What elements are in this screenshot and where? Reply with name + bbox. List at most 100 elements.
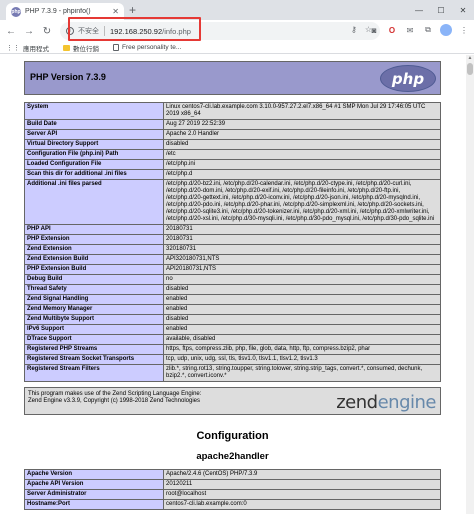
tab-close-icon[interactable]: ✕ <box>112 7 119 16</box>
bookmark-page[interactable]: Free personality te... <box>113 44 181 51</box>
row-key: DTrace Support <box>24 334 164 345</box>
menu-icon[interactable]: ⋮ <box>458 26 470 35</box>
row-key: PHP Extension <box>24 234 164 245</box>
bookmark-apps[interactable]: ⋮⋮ 應用程式 <box>6 43 49 53</box>
row-value: disabled <box>163 139 441 150</box>
row-key: Registered Stream Filters <box>24 364 164 382</box>
row-key: Server Administrator <box>24 489 164 500</box>
php-favicon-icon: php <box>11 6 21 17</box>
row-value: centos7-cli.lab.example.com:0 <box>163 499 441 510</box>
row-value: /etc/php.d <box>163 169 441 180</box>
table-row: Registered Stream Filters zlib.*, string.… <box>24 364 441 382</box>
bookmark-label: 應用程式 <box>23 45 49 53</box>
table-row: Zend Multibyte Support disabled <box>24 314 441 325</box>
row-key: Server API <box>24 129 164 140</box>
row-key: Registered PHP Streams <box>24 344 164 355</box>
puzzle-icon[interactable]: ⧉ <box>422 25 434 35</box>
document-icon <box>113 44 119 51</box>
table-row: Loaded Configuration File/etc/php.ini <box>24 159 441 170</box>
configuration-heading: Configuration <box>196 430 269 442</box>
url-highlight-annotation <box>68 17 201 41</box>
mail-icon[interactable]: ✉ <box>404 26 416 35</box>
row-key: Build Date <box>24 119 164 130</box>
row-value: disabled <box>163 284 441 295</box>
apache2handler-table: Apache Version Apache/2.4.6 (CentOS) PHP/… <box>24 469 441 510</box>
row-value: Apache 2.0 Handler <box>163 129 441 140</box>
engine-logo-word: engine <box>377 392 437 413</box>
row-value: no <box>163 274 441 285</box>
row-key: System <box>24 102 164 120</box>
row-value: zlib.*, string.rot13, string.toupper, st… <box>163 364 441 382</box>
table-row: Virtual Directory Support disabled <box>24 139 441 150</box>
scroll-thumb[interactable] <box>467 63 473 75</box>
folder-icon <box>63 44 70 51</box>
php-logo[interactable]: php <box>380 65 436 92</box>
page-scrollbar[interactable]: ▲ <box>466 55 474 514</box>
row-value: /etc/php.ini <box>163 159 441 170</box>
row-key: Zend Memory Manager <box>24 304 164 315</box>
table-row: PHP Extension Build API20180731,NTS <box>24 264 441 275</box>
zend-credit-line: This program makes use of the Zend Scrip… <box>28 391 202 397</box>
reload-icon[interactable]: ↻ <box>40 24 54 38</box>
module-heading[interactable]: apache2handler <box>24 451 441 462</box>
module-heading-text: apache2handler <box>196 451 269 462</box>
zend-logo-word: zend <box>336 392 378 413</box>
row-value: Apache/2.4.6 (CentOS) PHP/7.3.9 <box>163 469 441 480</box>
row-value: /etc/php.d/20-bz2.ini, /etc/php.d/20-cal… <box>163 179 441 225</box>
bookmark-folder[interactable]: 數位行銷 <box>63 43 99 53</box>
table-row: PHP Extension 20180731 <box>24 234 441 245</box>
row-value: Aug 27 2019 22:52:39 <box>163 119 441 130</box>
row-key: IPv6 Support <box>24 324 164 335</box>
minimize-button[interactable]: — <box>408 0 430 20</box>
row-value: disabled <box>163 314 441 325</box>
table-row: Build Date Aug 27 2019 22:52:39 <box>24 119 441 130</box>
row-value: 20180731 <box>163 224 441 235</box>
row-value: available, disabled <box>163 334 441 345</box>
camera-icon[interactable]: ◙ <box>368 26 380 35</box>
table-row: Server API Apache 2.0 Handler <box>24 129 441 140</box>
row-value: Linux centos7-cli.lab.example.com 3.10.0… <box>163 102 441 120</box>
bookmark-label: Free personality te... <box>122 44 182 51</box>
row-value: https, ftps, compress.zlib, php, file, g… <box>163 344 441 355</box>
zend-engine-logo[interactable]: zendengine <box>336 392 436 413</box>
row-value: enabled <box>163 324 441 335</box>
window-controls: — ☐ ✕ <box>408 0 474 20</box>
row-key: Debug Build <box>24 274 164 285</box>
maximize-button[interactable]: ☐ <box>430 0 452 20</box>
back-arrow-icon[interactable]: ← <box>4 24 18 38</box>
apache-table-wrap: Apache Version Apache/2.4.6 (CentOS) PHP/… <box>24 469 441 510</box>
row-key: Virtual Directory Support <box>24 139 164 150</box>
new-tab-button[interactable]: + <box>129 4 136 16</box>
table-row: Zend Extension 320180731 <box>24 244 441 255</box>
table-row: Zend Signal Handling enabled <box>24 294 441 305</box>
tab-title: PHP 7.3.9 - phpinfo() <box>25 8 91 15</box>
table-row: PHP API 20180731 <box>24 224 441 235</box>
table-row: Thread Safety disabled <box>24 284 441 295</box>
row-key: Apache Version <box>24 469 164 480</box>
table-row: Zend Memory Manager enabled <box>24 304 441 315</box>
row-key: Zend Signal Handling <box>24 294 164 305</box>
row-key: PHP API <box>24 224 164 235</box>
table-row: Apache Version Apache/2.4.6 (CentOS) PHP/… <box>24 469 441 480</box>
page-title: PHP Version 7.3.9 <box>30 72 106 82</box>
table-row: Server Administrator root@localhost <box>24 489 441 500</box>
scroll-up-icon[interactable]: ▲ <box>466 55 474 62</box>
table-row: System Linux centos7-cli.lab.example.com … <box>24 102 441 120</box>
row-value: enabled <box>163 304 441 315</box>
close-window-button[interactable]: ✕ <box>452 0 474 20</box>
forward-arrow-icon[interactable]: → <box>22 24 36 38</box>
row-value: /etc <box>163 149 441 160</box>
row-value: API20180731,NTS <box>163 264 441 275</box>
row-value: 20120211 <box>163 479 441 490</box>
apps-grid-icon: ⋮⋮ <box>6 44 20 52</box>
avatar[interactable] <box>440 24 452 36</box>
key-icon[interactable]: ⚷ <box>351 25 357 34</box>
row-value: root@localhost <box>163 489 441 500</box>
row-key: Scan this dir for additional .ini files <box>24 169 164 180</box>
table-row: Configuration File (php.ini) Path/etc <box>24 149 441 160</box>
row-value: tcp, udp, unix, udg, ssl, tls, tlsv1.0, … <box>163 354 441 365</box>
zend-credit-line: Zend Engine v3.3.9, Copyright (c) 1998-2… <box>28 398 200 404</box>
row-key: Zend Multibyte Support <box>24 314 164 325</box>
opera-extension-icon[interactable]: O <box>386 26 398 35</box>
row-key: Additional .ini files parsed <box>24 179 164 225</box>
